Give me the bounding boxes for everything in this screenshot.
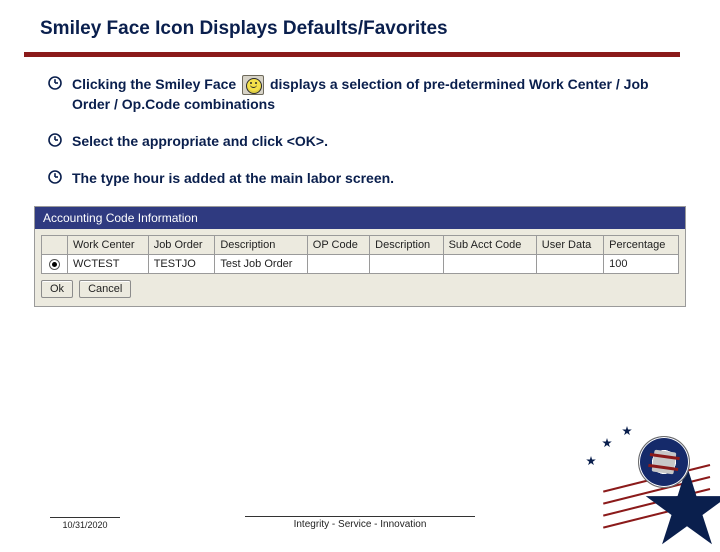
- star-icon: [602, 438, 612, 448]
- table-header-row: Work Center Job Order Description OP Cod…: [42, 235, 679, 254]
- accounting-table: Work Center Job Order Description OP Cod…: [41, 235, 679, 274]
- clock-icon: [48, 133, 62, 147]
- bullet-text: The type hour is added at the main labor…: [72, 169, 680, 188]
- col-user-data: User Data: [536, 235, 603, 254]
- cell-percentage: 100: [604, 254, 679, 273]
- page-number: 13: [652, 520, 662, 530]
- col-description: Description: [215, 235, 307, 254]
- col-op-code: OP Code: [307, 235, 369, 254]
- star-icon: [622, 426, 632, 436]
- col-percentage: Percentage: [604, 235, 679, 254]
- seal-icon: [638, 436, 690, 488]
- col-op-description: Description: [370, 235, 443, 254]
- footer-tagline: Integrity - Service - Innovation: [245, 516, 475, 530]
- cell-user-data: [536, 254, 603, 273]
- table-row[interactable]: WCTEST TESTJO Test Job Order 100: [42, 254, 679, 273]
- col-select: [42, 235, 68, 254]
- clock-icon: [48, 76, 62, 90]
- cell-sub-acct: [443, 254, 536, 273]
- bullet-list: Clicking the Smiley Face displays a sele…: [0, 57, 720, 188]
- cell-op-description: [370, 254, 443, 273]
- star-icon: [644, 466, 720, 552]
- bullet-text-segment: Clicking the Smiley Face: [72, 76, 240, 92]
- footer-date: 10/31/2020: [50, 517, 120, 530]
- dialog-titlebar: Accounting Code Information: [35, 207, 685, 229]
- cell-description: Test Job Order: [215, 254, 307, 273]
- col-sub-acct: Sub Acct Code: [443, 235, 536, 254]
- cell-op-code: [307, 254, 369, 273]
- cell-job-order: TESTJO: [148, 254, 215, 273]
- cell-work-center: WCTEST: [68, 254, 149, 273]
- ok-button[interactable]: Ok: [41, 280, 73, 298]
- col-work-center: Work Center: [68, 235, 149, 254]
- cancel-button[interactable]: Cancel: [79, 280, 131, 298]
- footer-emblem: [570, 420, 720, 540]
- accounting-code-dialog: Accounting Code Information Work Center …: [34, 206, 686, 307]
- row-radio[interactable]: [49, 259, 60, 270]
- smiley-face-icon: [242, 75, 264, 95]
- star-icon: [586, 456, 596, 466]
- bullet-item: Select the appropriate and click <OK>.: [48, 132, 680, 151]
- slide-footer: 10/31/2020 Integrity - Service - Innovat…: [0, 494, 720, 540]
- bullet-item: The type hour is added at the main labor…: [48, 169, 680, 188]
- col-job-order: Job Order: [148, 235, 215, 254]
- clock-icon: [48, 170, 62, 184]
- page-title: Smiley Face Icon Displays Defaults/Favor…: [40, 18, 680, 40]
- bullet-text: Select the appropriate and click <OK>.: [72, 132, 680, 151]
- bullet-item: Clicking the Smiley Face displays a sele…: [48, 75, 680, 114]
